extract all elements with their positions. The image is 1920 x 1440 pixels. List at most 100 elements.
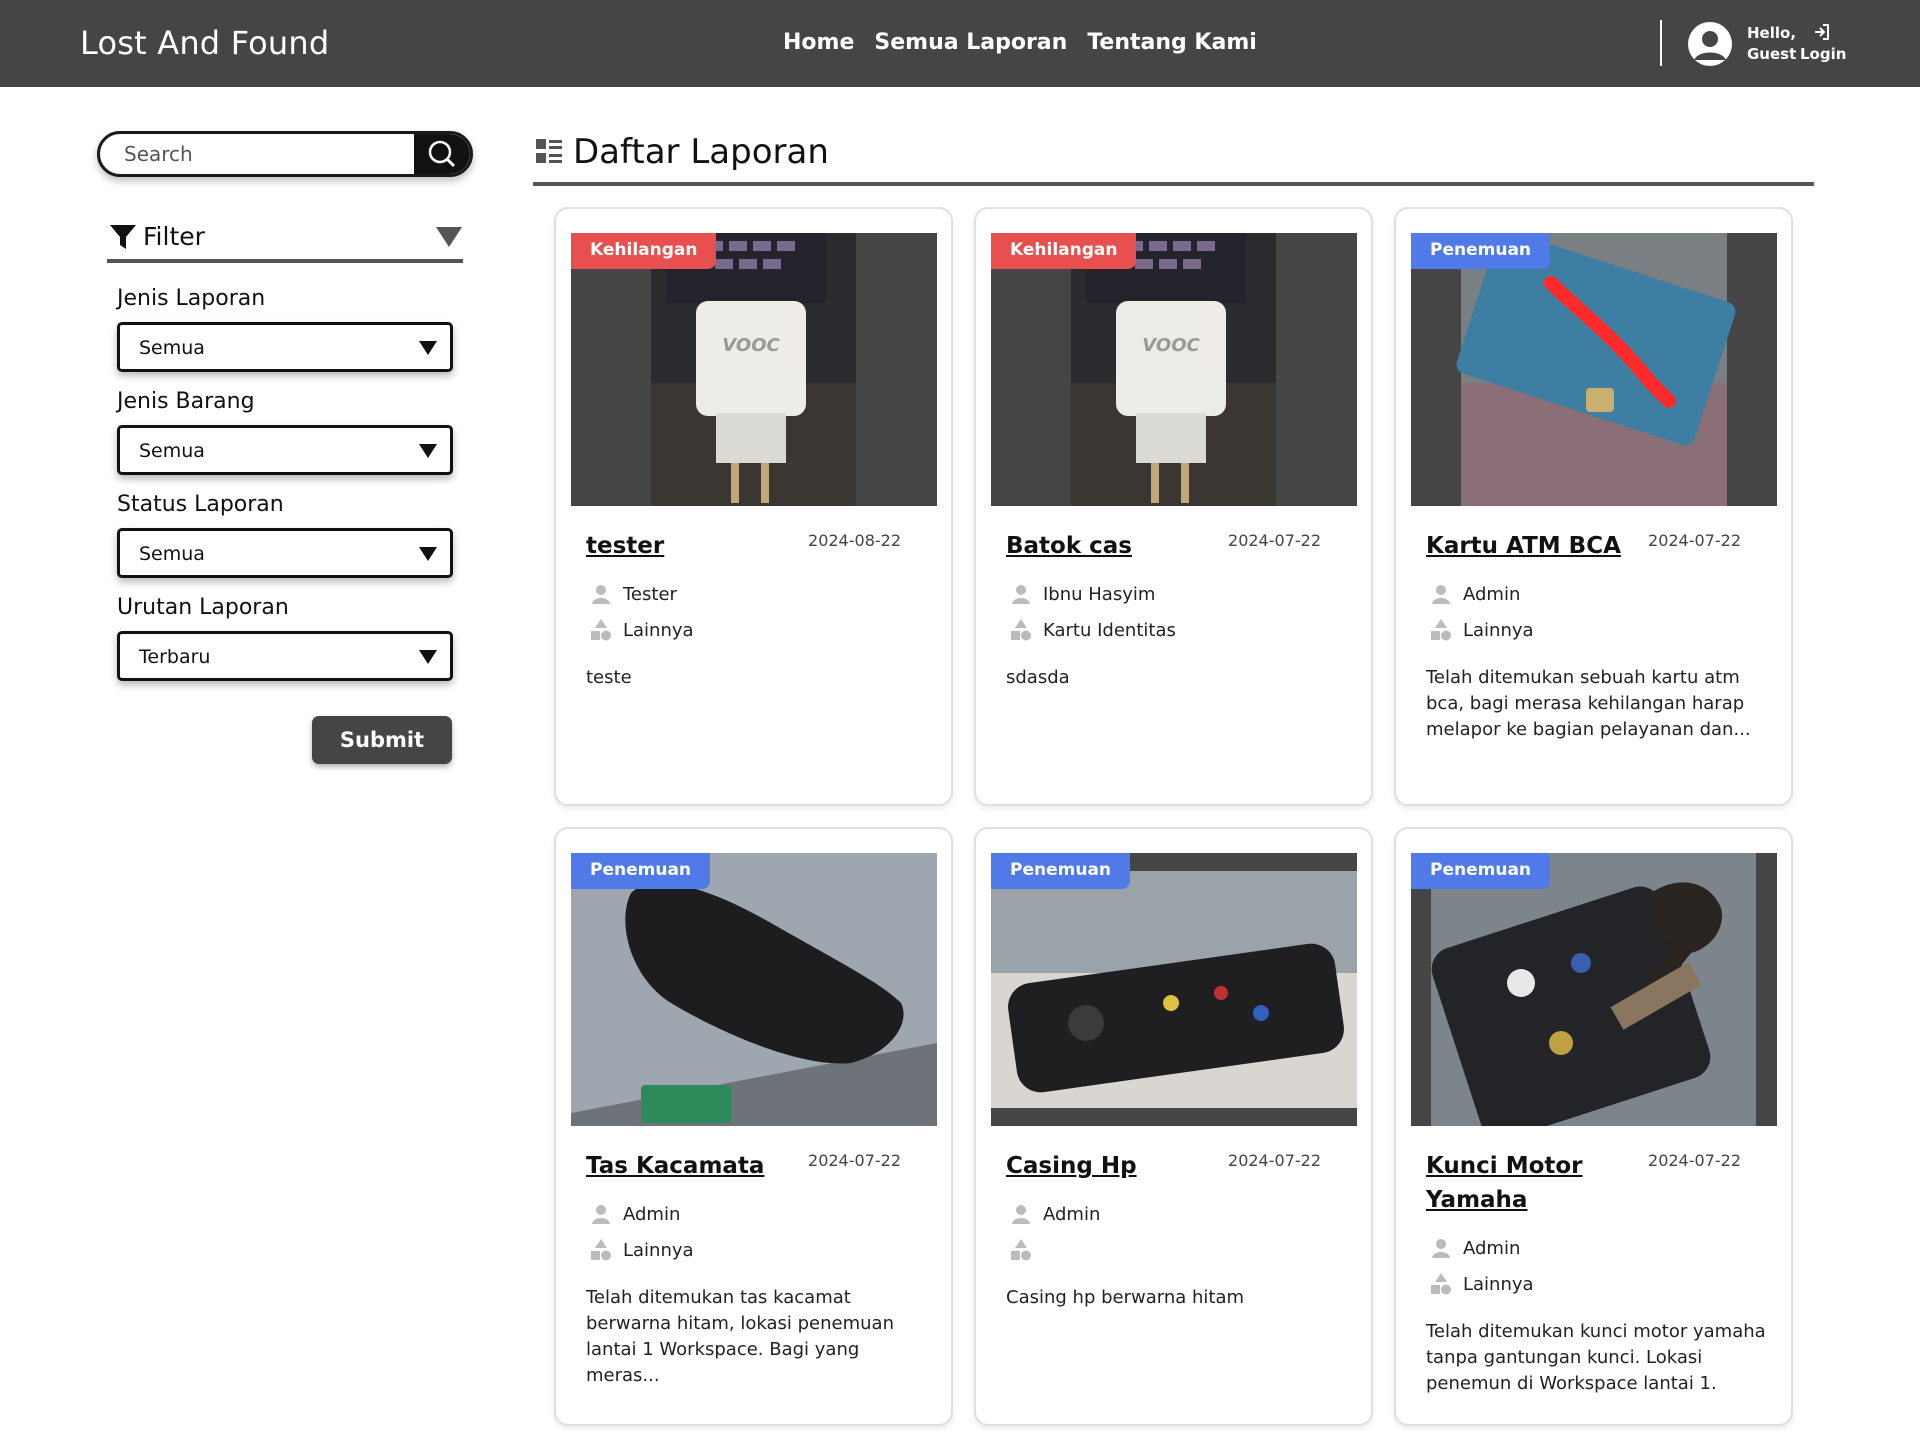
category-name: Lainnya — [1463, 1273, 1534, 1295]
report-description: sdasda — [1006, 667, 1070, 688]
report-reporter: Admin — [1430, 583, 1520, 605]
search-input[interactable] — [124, 134, 414, 174]
report-photo — [991, 853, 1357, 1126]
badge-kehilangan: Kehilangan — [991, 233, 1137, 269]
triangle-down-icon — [419, 650, 437, 664]
report-card[interactable]: Penemuan Casing Hp 2024-07-22 Admin Casi… — [974, 827, 1373, 1426]
user-avatar-icon[interactable] — [1688, 22, 1732, 66]
report-photo — [1411, 853, 1777, 1126]
nav-links: Home Semua Laporan Tentang Kami — [783, 30, 1257, 55]
greeting-guest: Guest — [1747, 45, 1797, 63]
label-urutan-laporan: Urutan Laporan — [117, 595, 289, 620]
person-icon — [1432, 585, 1450, 604]
person-icon — [592, 1205, 610, 1224]
select-status-laporan[interactable]: Semua — [117, 528, 453, 578]
report-photo — [1411, 233, 1777, 506]
triangle-down-icon — [419, 444, 437, 458]
report-photo — [571, 853, 937, 1126]
report-card[interactable]: Penemuan Kunci Motor Yamaha 2024-07-22 A… — [1394, 827, 1793, 1426]
report-card[interactable]: Penemuan Kartu ATM BCA 2024-07-22 Admin … — [1394, 207, 1793, 806]
nav-semua-laporan[interactable]: Semua Laporan — [874, 30, 1067, 55]
report-description: Telah ditemukan tas kacamat berwarna hit… — [586, 1287, 894, 1386]
svg-text:VOOC: VOOC — [1142, 335, 1200, 356]
report-title[interactable]: Kartu ATM BCA — [1426, 529, 1636, 563]
search-icon — [428, 140, 456, 168]
report-date: 2024-07-22 — [1228, 1151, 1321, 1170]
report-reporter: Admin — [1430, 1237, 1520, 1259]
reporter-name: Admin — [1463, 1237, 1521, 1259]
login-button[interactable]: Login — [1800, 22, 1847, 63]
report-title[interactable]: Tas Kacamata — [586, 1149, 796, 1183]
report-date: 2024-07-22 — [1228, 531, 1321, 550]
select-value: Semua — [139, 440, 205, 462]
report-title[interactable]: Batok cas — [1006, 529, 1216, 563]
select-jenis-laporan[interactable]: Semua — [117, 322, 453, 372]
greeting-hello: Hello, — [1747, 24, 1797, 42]
badge-penemuan: Penemuan — [1411, 233, 1551, 269]
report-card[interactable]: VOOC Kehilangan Batok cas 2024-07-22 Ibn… — [974, 207, 1373, 806]
filter-title: Filter — [143, 222, 205, 251]
report-card[interactable]: VOOC Kehilangan tester 2024-08-22 Tester… — [554, 207, 953, 806]
badge-penemuan: Penemuan — [1411, 853, 1551, 889]
report-title[interactable]: Casing Hp — [1006, 1149, 1216, 1183]
report-title[interactable]: tester — [586, 529, 796, 563]
svg-text:VOOC: VOOC — [722, 335, 780, 356]
page-title: Daftar Laporan — [573, 132, 829, 172]
shapes-icon — [1011, 619, 1031, 641]
select-value: Terbaru — [139, 646, 211, 668]
triangle-down-icon — [419, 341, 437, 355]
select-value: Semua — [139, 337, 205, 359]
report-reporter: Admin — [590, 1203, 680, 1225]
shapes-icon — [591, 1239, 611, 1261]
list-icon — [536, 139, 562, 163]
report-description: teste — [586, 667, 632, 688]
search-button[interactable] — [414, 134, 470, 174]
brand-logo[interactable]: Lost And Found — [80, 24, 329, 62]
shapes-icon — [591, 619, 611, 641]
reporter-name: Admin — [1463, 583, 1521, 605]
shapes-icon — [1431, 619, 1451, 641]
select-urutan-laporan[interactable]: Terbaru — [117, 631, 453, 681]
report-card[interactable]: Penemuan Tas Kacamata 2024-07-22 Admin L… — [554, 827, 953, 1426]
person-icon — [1012, 585, 1030, 604]
select-jenis-barang[interactable]: Semua — [117, 425, 453, 475]
report-reporter: Ibnu Hasyim — [1010, 583, 1155, 605]
report-category: Lainnya — [1430, 1272, 1534, 1296]
person-icon — [592, 585, 610, 604]
report-date: 2024-08-22 — [808, 531, 901, 550]
reporter-name: Ibnu Hasyim — [1043, 583, 1156, 605]
report-description: Telah ditemukan sebuah kartu atm bca, ba… — [1426, 667, 1751, 740]
navbar: Lost And Found Home Semua Laporan Tentan… — [0, 0, 1920, 87]
report-category: Lainnya — [590, 1238, 694, 1262]
report-category: Lainnya — [590, 618, 694, 642]
report-description: Telah ditemukan kunci motor yamaha tanpa… — [1426, 1321, 1766, 1394]
label-jenis-laporan: Jenis Laporan — [117, 286, 266, 311]
nav-tentang-kami[interactable]: Tentang Kami — [1087, 30, 1256, 55]
report-reporter: Tester — [590, 583, 677, 605]
report-date: 2024-07-22 — [1648, 1151, 1741, 1170]
report-title[interactable]: Kunci Motor Yamaha — [1426, 1149, 1636, 1217]
filter-header: Filter — [107, 219, 463, 263]
login-label: Login — [1800, 45, 1847, 63]
label-status-laporan: Status Laporan — [117, 492, 284, 517]
label-jenis-barang: Jenis Barang — [117, 389, 255, 414]
report-photo: VOOC — [571, 233, 937, 506]
report-reporter: Admin — [1010, 1203, 1100, 1225]
reporter-name: Tester — [623, 583, 677, 605]
triangle-down-icon — [419, 547, 437, 561]
category-name: Lainnya — [623, 619, 694, 641]
category-name: Lainnya — [623, 1239, 694, 1261]
nav-home[interactable]: Home — [783, 30, 854, 55]
report-category: Lainnya — [1430, 618, 1534, 642]
greeting: Hello, Guest — [1747, 23, 1796, 65]
submit-button[interactable]: Submit — [312, 716, 452, 764]
report-photo: VOOC — [991, 233, 1357, 506]
category-name: Lainnya — [1463, 619, 1534, 641]
category-name: Kartu Identitas — [1043, 619, 1176, 641]
filter-collapse-triangle-down-icon[interactable] — [435, 225, 463, 249]
section-header: Daftar Laporan — [533, 130, 1814, 186]
reporter-name: Admin — [1043, 1203, 1101, 1225]
badge-kehilangan: Kehilangan — [571, 233, 717, 269]
shapes-icon — [1011, 1239, 1031, 1261]
report-description: Casing hp berwarna hitam — [1006, 1287, 1245, 1308]
